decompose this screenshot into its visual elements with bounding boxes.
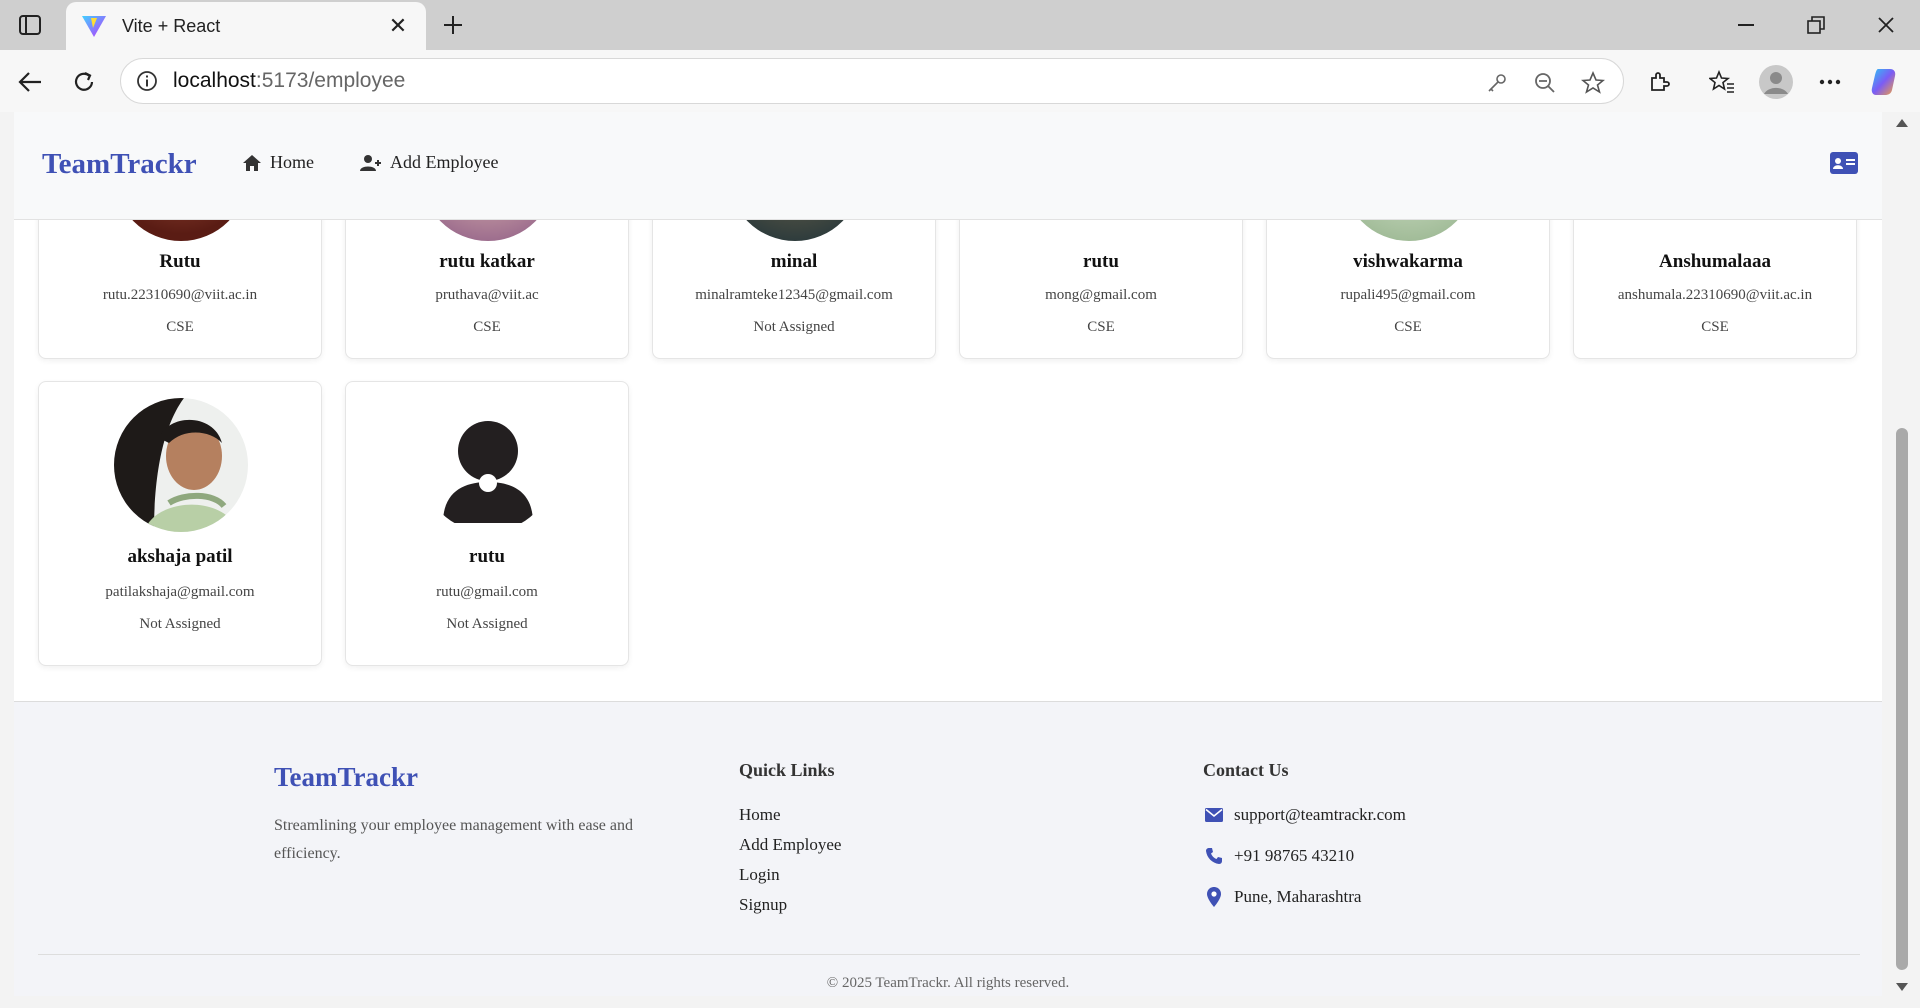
home-icon xyxy=(243,154,261,171)
favorite-star-icon[interactable] xyxy=(1579,69,1607,97)
employee-department: CSE xyxy=(1701,319,1729,335)
employee-department: Not Assigned xyxy=(753,319,835,335)
page-viewport: TeamTrackr Home Add Employee Rutu rutu.2… xyxy=(14,112,1882,996)
nav-link-label: Home xyxy=(270,152,314,172)
envelope-icon xyxy=(1203,804,1225,826)
extensions-icon[interactable] xyxy=(1642,64,1678,100)
employee-name: minal xyxy=(770,251,818,272)
map-pin-icon xyxy=(1203,886,1225,908)
contact-location: Pune, Maharashtra xyxy=(1203,886,1361,908)
contact-email[interactable]: support@teamtrackr.com xyxy=(1203,804,1406,826)
browser-address-bar: localhost:5173/employee xyxy=(0,50,1920,112)
phone-icon xyxy=(1203,845,1225,867)
reload-icon[interactable] xyxy=(66,64,102,100)
employee-name: rutu xyxy=(469,546,505,567)
employee-name: rutu xyxy=(1083,251,1119,272)
employee-name: akshaja patil xyxy=(127,546,233,567)
contact-location-text: Pune, Maharashtra xyxy=(1234,887,1362,906)
employee-email: pruthava@viit.ac xyxy=(435,287,539,303)
user-plus-icon xyxy=(360,154,381,171)
contact-us-title: Contact Us xyxy=(1203,760,1289,780)
employee-email: rutu.22310690@viit.ac.in xyxy=(102,287,258,303)
back-icon[interactable] xyxy=(12,64,48,100)
browser-tab-bar: Vite + React ✕ xyxy=(0,0,1920,50)
employee-avatar xyxy=(114,398,248,532)
quick-links-title: Quick Links xyxy=(739,760,835,780)
profile-avatar-icon[interactable] xyxy=(1758,64,1794,100)
employee-department: CSE xyxy=(473,319,501,335)
url-field[interactable]: localhost:5173/employee xyxy=(120,58,1624,104)
browser-tab[interactable]: Vite + React ✕ xyxy=(66,2,426,50)
favorites-icon[interactable] xyxy=(1704,64,1740,100)
close-window-icon[interactable] xyxy=(1856,0,1916,50)
app-footer: TeamTrackr Streamlining your employee ma… xyxy=(14,701,1882,996)
scroll-up-arrow-icon[interactable] xyxy=(1894,116,1910,130)
employee-card[interactable]: rutu rutu@gmail.com Not Assigned xyxy=(345,381,629,666)
minimize-icon[interactable] xyxy=(1716,0,1776,50)
footer-link-home[interactable]: Home xyxy=(739,805,781,825)
nav-link-add-employee[interactable]: Add Employee xyxy=(360,152,498,173)
footer-copyright: © 2025 TeamTrackr. All rights reserved. xyxy=(826,975,1070,991)
default-avatar-icon xyxy=(421,398,555,532)
app-navbar: TeamTrackr Home Add Employee xyxy=(14,112,1882,220)
employee-name: vishwakarma xyxy=(1353,251,1463,272)
employee-name: Anshumalaaa xyxy=(1659,251,1771,272)
contact-email-text: support@teamtrackr.com xyxy=(1234,805,1406,824)
id-card-icon[interactable] xyxy=(1830,152,1858,174)
nav-link-home[interactable]: Home xyxy=(242,152,314,173)
more-options-icon[interactable] xyxy=(1812,64,1848,100)
footer-brand: TeamTrackr xyxy=(274,762,418,792)
employee-name: rutu katkar xyxy=(439,251,535,272)
employee-department: CSE xyxy=(1087,319,1115,335)
employee-email: mong@gmail.com xyxy=(1045,287,1157,303)
employee-email: rutu@gmail.com xyxy=(436,584,538,600)
employee-email: minalramteke12345@gmail.com xyxy=(695,287,893,303)
employee-department: CSE xyxy=(1394,319,1422,335)
footer-divider xyxy=(38,954,1860,955)
tab-title: Vite + React xyxy=(122,15,221,36)
close-tab-icon[interactable]: ✕ xyxy=(384,12,412,40)
contact-phone-text: +91 98765 43210 xyxy=(1234,846,1355,865)
navbar-brand[interactable]: TeamTrackr xyxy=(42,148,197,181)
employee-department: CSE xyxy=(166,319,194,335)
employee-name: Rutu xyxy=(159,251,201,272)
employee-department: Not Assigned xyxy=(446,616,528,632)
copilot-icon[interactable] xyxy=(1866,64,1902,100)
url-host: localhost xyxy=(173,69,256,92)
password-key-icon[interactable] xyxy=(1483,69,1511,97)
url-path: :5173/employee xyxy=(255,69,406,92)
vite-logo-icon xyxy=(80,12,108,40)
page-scrollbar-thumb[interactable] xyxy=(1896,428,1908,970)
footer-link-add-employee[interactable]: Add Employee xyxy=(739,835,841,855)
zoom-out-icon[interactable] xyxy=(1531,69,1559,97)
employee-card[interactable]: akshaja patil patilakshaja@gmail.com Not… xyxy=(38,381,322,666)
footer-link-signup[interactable]: Signup xyxy=(739,895,787,915)
contact-phone[interactable]: +91 98765 43210 xyxy=(1203,845,1354,867)
site-info-icon[interactable] xyxy=(135,69,159,93)
nav-link-label: Add Employee xyxy=(390,152,499,172)
restore-icon[interactable] xyxy=(1786,0,1846,50)
scroll-down-arrow-icon[interactable] xyxy=(1894,980,1910,994)
employee-email: rupali495@gmail.com xyxy=(1340,287,1476,303)
employee-email: patilakshaja@gmail.com xyxy=(105,584,255,600)
new-tab-icon[interactable] xyxy=(438,10,468,40)
footer-link-login[interactable]: Login xyxy=(739,865,780,885)
employee-email: anshumala.22310690@viit.ac.in xyxy=(1617,287,1813,303)
employee-department: Not Assigned xyxy=(139,616,221,632)
footer-tagline: Streamlining your employee management wi… xyxy=(274,817,633,862)
tab-actions-icon[interactable] xyxy=(14,10,46,40)
